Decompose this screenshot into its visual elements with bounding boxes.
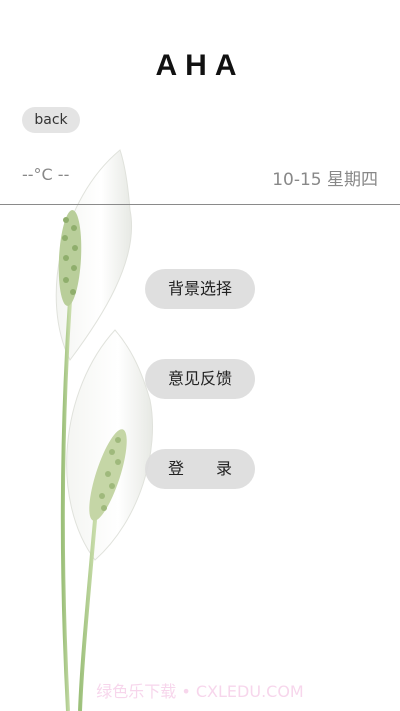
divider (0, 204, 400, 205)
background-select-button[interactable]: 背景选择 (145, 269, 255, 309)
back-button[interactable]: back (22, 107, 80, 133)
app-title: AHA (155, 49, 245, 82)
login-button[interactable]: 登 录 (145, 449, 255, 489)
date-weekday: 10-15 星期四 (272, 170, 378, 190)
temperature-readout: --°C -- (22, 165, 70, 184)
feedback-button[interactable]: 意见反馈 (145, 359, 255, 399)
watermark-text: 绿色乐下载 • CXLEDU.COM (96, 682, 304, 701)
